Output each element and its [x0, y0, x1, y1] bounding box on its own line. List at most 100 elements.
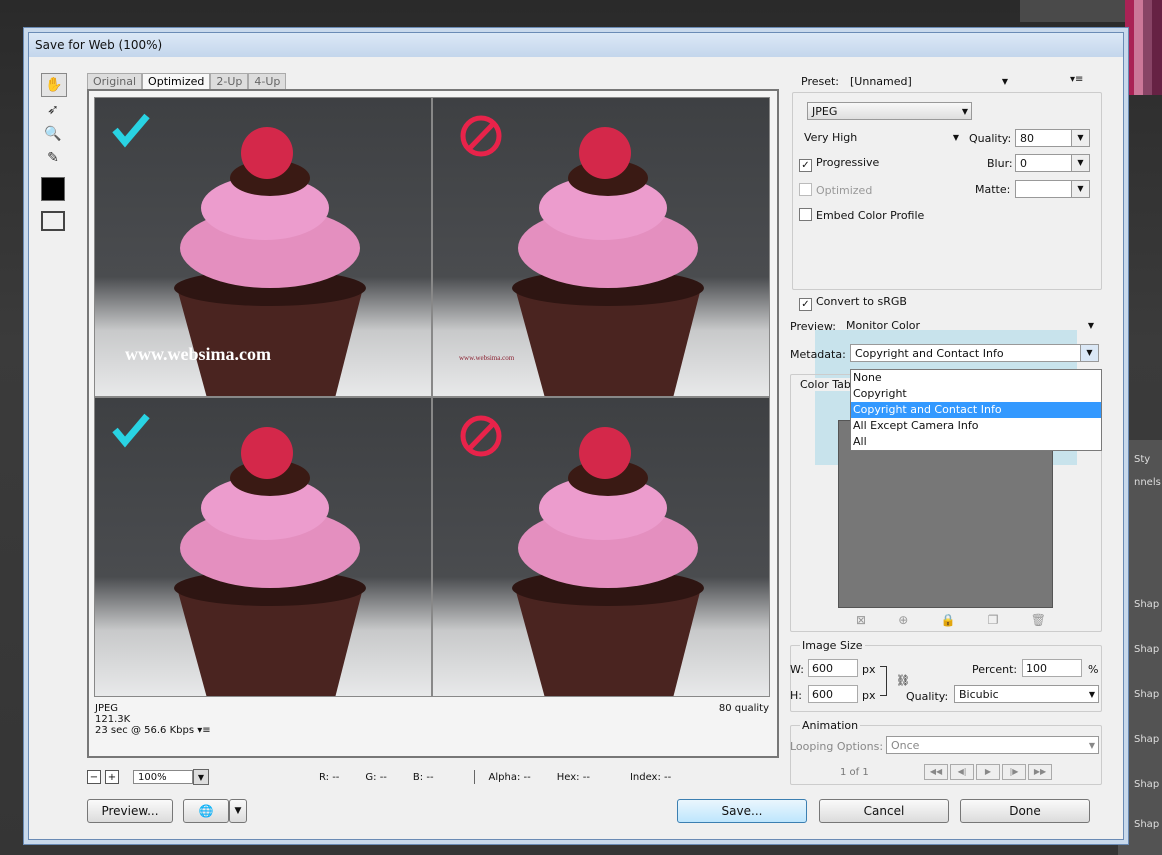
toggle-slices-icon[interactable] [41, 211, 65, 231]
matte-select[interactable]: ▼ [1015, 180, 1090, 198]
preview-size: 121.3K [95, 714, 131, 725]
animation-controls: ◀◀ ◀| ▶ |▶ ▶▶ [922, 764, 1052, 780]
panel-tab-channels[interactable]: nnels [1118, 468, 1162, 498]
done-button[interactable]: Done [960, 799, 1090, 823]
quality-field[interactable]: 80 ▼ [1015, 129, 1090, 147]
chevron-down-icon: ▼ [1087, 321, 1094, 330]
optimized-checkbox[interactable]: Optimized [799, 183, 872, 197]
readout-index: Index: -- [629, 771, 672, 783]
looping-label: Looping Options: [790, 740, 884, 753]
color-table-tools: ⊠ ⊕ 🔒 ❐ 🗑 [856, 613, 1046, 627]
zoom-out-button[interactable]: − [87, 770, 101, 784]
looping-select[interactable]: Once ▼ [886, 736, 1099, 754]
new-color-icon[interactable]: ❐ [988, 613, 999, 627]
metadata-option-selected[interactable]: Copyright and Contact Info [851, 402, 1101, 418]
chevron-down-icon: ▼ [961, 107, 968, 116]
lock-icon[interactable]: 🔒 [941, 613, 956, 627]
metadata-option[interactable]: All Except Camera Info [851, 418, 1101, 434]
browser-preview-button[interactable]: 🌐 [183, 799, 229, 823]
watermark-small-text: www.websima.com [459, 354, 515, 362]
percent-field[interactable]: 100 [1022, 659, 1082, 677]
hand-tool-icon[interactable]: ✋ [41, 73, 67, 97]
layer-item[interactable]: Shap [1118, 770, 1162, 800]
cancel-button[interactable]: Cancel [819, 799, 949, 823]
zoom-in-button[interactable]: + [105, 770, 119, 784]
preview-speed-row: 23 sec @ 56.6 Kbps ▾≡ [95, 725, 211, 736]
view-tabs: Original Optimized 2-Up 4-Up [87, 73, 287, 90]
quality-label: Quality: [969, 132, 1012, 145]
height-field[interactable]: 600 [808, 685, 858, 703]
percent-unit: % [1088, 663, 1099, 676]
resample-quality-select[interactable]: Bicubic ▼ [954, 685, 1099, 703]
readout-hex: Hex: -- [556, 771, 590, 783]
width-unit: px [862, 663, 876, 676]
zoom-tool-icon[interactable]: 🔍 [41, 123, 65, 145]
layer-item[interactable]: Shap [1118, 680, 1162, 710]
chevron-down-icon: ▼ [1071, 155, 1089, 171]
chevron-down-icon: ▼ [1071, 181, 1089, 197]
preview-cell[interactable] [94, 397, 432, 697]
embed-color-profile-checkbox[interactable]: Embed Color Profile [799, 208, 924, 222]
trash-icon[interactable]: 🗑 [1031, 613, 1046, 627]
metadata-select[interactable]: Copyright and Contact Info ▼ [850, 344, 1099, 362]
play-icon[interactable]: ▶ [976, 764, 1000, 780]
map-color-icon[interactable]: ⊠ [856, 613, 866, 627]
check-icon [112, 113, 150, 148]
layer-item[interactable]: Shap [1118, 635, 1162, 665]
layer-item[interactable]: Shap [1118, 810, 1162, 840]
eyedropper-color-swatch[interactable] [41, 177, 65, 201]
tab-4-up[interactable]: 4-Up [248, 73, 287, 90]
tab-2-up[interactable]: 2-Up [210, 73, 249, 90]
layer-item[interactable]: Shap [1118, 590, 1162, 620]
preview-cell[interactable]: www.websima.com [94, 97, 432, 397]
toolbox: ✋ ➶ 🔍 ✎ [41, 71, 71, 241]
watermark-text: www.websima.com [125, 344, 271, 364]
zoom-dropdown-icon[interactable]: ▼ [193, 769, 209, 785]
dialog-button-row: Preview... 🌐 ▼ Save... Cancel Done [87, 799, 1113, 825]
quality-preset-select[interactable]: Very High ▼ [800, 129, 962, 147]
preset-select[interactable]: [Unnamed] ▼ [846, 73, 1011, 91]
preview-menu-icon[interactable]: ▾≡ [197, 725, 210, 736]
tab-original[interactable]: Original [87, 73, 143, 90]
resample-quality-value: Bicubic [959, 688, 999, 701]
metadata-option[interactable]: All [851, 434, 1101, 450]
optimize-menu-icon[interactable]: ▾≡ [1070, 74, 1083, 85]
first-frame-icon[interactable]: ◀◀ [924, 764, 948, 780]
cupcake-image: www.websima.com [112, 113, 366, 396]
blur-label: Blur: [987, 157, 1013, 170]
width-field[interactable]: 600 [808, 659, 858, 677]
chain-link-icon[interactable]: ⛓ [896, 674, 910, 687]
preview-cell[interactable]: www.websima.com [432, 97, 770, 397]
progressive-checkbox[interactable]: ✓ Progressive [799, 156, 879, 172]
cupcake-image [112, 413, 366, 696]
checkmark-icon: ✓ [799, 298, 812, 311]
metadata-option[interactable]: Copyright [851, 386, 1101, 402]
format-select[interactable]: JPEG ▼ [807, 102, 972, 120]
status-bar: − + 100% ▼ R: -- G: -- B: -- Alpha: -- H… [87, 768, 775, 786]
preview-speed: 23 sec @ 56.6 Kbps [95, 725, 195, 736]
preview-area[interactable]: www.websima.com www.websima.com JPEG 121… [87, 89, 779, 758]
zoom-level-field[interactable]: 100% [133, 770, 193, 784]
preview-button[interactable]: Preview... [87, 799, 173, 823]
preset-value: [Unnamed] [850, 75, 912, 88]
browser-icon: 🌐 [198, 804, 214, 818]
web-shift-icon[interactable]: ⊕ [898, 613, 908, 627]
preset-label: Preset: [801, 75, 840, 88]
slice-select-tool-icon[interactable]: ➶ [41, 99, 65, 121]
tab-optimized[interactable]: Optimized [142, 73, 211, 90]
eyedropper-tool-icon[interactable]: ✎ [41, 147, 65, 169]
prev-frame-icon[interactable]: ◀| [950, 764, 974, 780]
swatches-panel[interactable] [1125, 0, 1162, 95]
looping-value: Once [891, 739, 920, 752]
quality-preset-value: Very High [804, 131, 858, 144]
blur-value: 0 [1020, 157, 1027, 170]
metadata-option[interactable]: None [851, 370, 1101, 386]
layer-item[interactable]: Shap [1118, 725, 1162, 755]
preview-cell[interactable] [432, 397, 770, 697]
last-frame-icon[interactable]: ▶▶ [1028, 764, 1052, 780]
convert-srgb-checkbox[interactable]: ✓ Convert to sRGB [799, 295, 907, 311]
browser-dropdown-button[interactable]: ▼ [229, 799, 247, 823]
blur-field[interactable]: 0 ▼ [1015, 154, 1090, 172]
save-button[interactable]: Save... [677, 799, 807, 823]
next-frame-icon[interactable]: |▶ [1002, 764, 1026, 780]
